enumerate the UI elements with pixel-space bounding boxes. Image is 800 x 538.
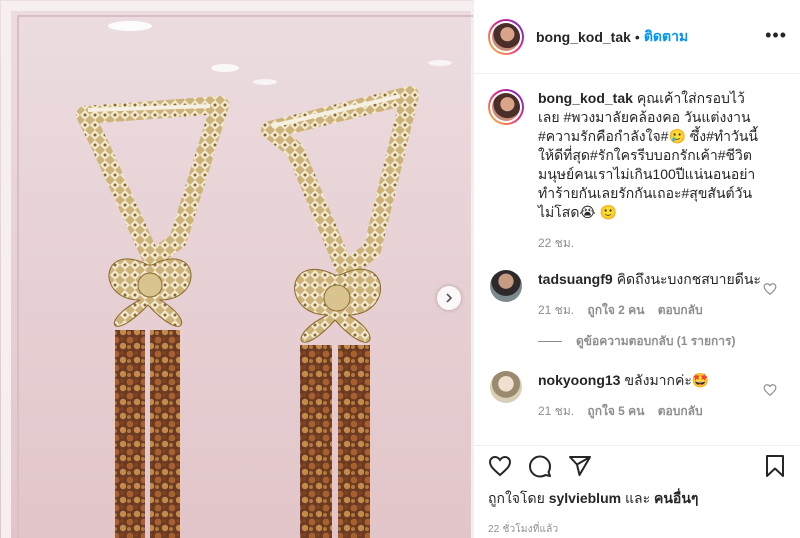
liked-by-prefix: ถูกใจโดย: [488, 490, 545, 506]
comment-time[interactable]: 21 ชม.: [538, 303, 574, 317]
post-sidebar: bong_kod_tak • ติดตาม ••• bong_kod_tak คุ…: [473, 0, 800, 538]
comment-icon[interactable]: [528, 454, 552, 478]
avatar-image: [492, 22, 520, 51]
avatar-image: [492, 93, 520, 121]
caption-body: bong_kod_tak คุณเค้าใส่กรอบไว้เลย #พวงมาล…: [538, 89, 766, 253]
post-image[interactable]: [0, 0, 473, 538]
comment-text: คิดถึงนะบงกชสบายดีนะ: [616, 271, 761, 287]
comment-text: ขลังมากค่ะ🤩: [624, 372, 710, 388]
caption-time[interactable]: 22 ชม.: [538, 236, 574, 250]
more-options-icon[interactable]: •••: [765, 26, 787, 44]
bookmark-icon[interactable]: [763, 454, 787, 478]
comment-likes[interactable]: ถูกใจ 5 คน: [587, 404, 644, 418]
comments-section[interactable]: bong_kod_tak คุณเค้าใส่กรอบไว้เลย #พวงมาล…: [474, 75, 800, 445]
chevron-right-icon: [446, 293, 453, 303]
author-avatar[interactable]: [488, 18, 524, 55]
commenter-avatar[interactable]: [490, 371, 522, 403]
comment-body: nokyoong13 ขลังมากค่ะ🤩 21 ชม. ถูกใจ 5 คน …: [538, 371, 766, 421]
comment-username[interactable]: nokyoong13: [538, 372, 620, 388]
post-actions: ถูกใจโดย sylvieblum และ คนอื่นๆ 22 ชั่วโ…: [474, 445, 800, 538]
garland-photo: [0, 0, 473, 538]
reply-button[interactable]: ตอบกลับ: [658, 404, 703, 418]
next-image-button[interactable]: [437, 286, 461, 310]
action-bar: [488, 446, 787, 486]
reply-button[interactable]: ตอบกลับ: [658, 303, 703, 317]
replies-divider: [538, 341, 562, 342]
liked-by-and: และ: [624, 490, 651, 506]
comment-meta: 21 ชม. ถูกใจ 2 คน ตอบกลับ: [538, 301, 766, 320]
view-replies-button[interactable]: ดูข้อความตอบกลับ (1 รายการ): [538, 332, 787, 351]
share-icon[interactable]: [568, 454, 592, 478]
caption-text: คุณเค้าใส่กรอบไว้เลย #พวงมาลัยคล้องคอ วั…: [538, 90, 758, 220]
caption: bong_kod_tak คุณเค้าใส่กรอบไว้เลย #พวงมาล…: [488, 89, 787, 253]
caption-avatar[interactable]: [488, 89, 524, 125]
view-replies-label[interactable]: ดูข้อความตอบกลับ (1 รายการ): [576, 332, 735, 351]
post-timestamp[interactable]: 22 ชั่วโมงที่แล้ว: [488, 522, 787, 537]
instagram-post: bong_kod_tak • ติดตาม ••• bong_kod_tak คุ…: [0, 0, 800, 538]
caption-username[interactable]: bong_kod_tak: [538, 90, 633, 106]
comment-username[interactable]: tadsuangf9: [538, 271, 613, 287]
follow-button[interactable]: ติดตาม: [644, 26, 688, 48]
comment-item: tadsuangf9 คิดถึงนะบงกชสบายดีนะ 21 ชม. ถู…: [488, 270, 787, 320]
commenter-avatar[interactable]: [490, 270, 522, 302]
post-header: bong_kod_tak • ติดตาม •••: [474, 0, 800, 74]
separator-dot: •: [634, 28, 640, 45]
comment-likes[interactable]: ถูกใจ 2 คน: [587, 303, 644, 317]
heart-icon[interactable]: [763, 383, 777, 397]
liked-by: ถูกใจโดย sylvieblum และ คนอื่นๆ: [488, 488, 787, 510]
comment-meta: 21 ชม. ถูกใจ 5 คน ตอบกลับ: [538, 402, 766, 421]
heart-icon[interactable]: [488, 454, 512, 478]
comment-body: tadsuangf9 คิดถึงนะบงกชสบายดีนะ 21 ชม. ถู…: [538, 270, 766, 320]
author-username[interactable]: bong_kod_tak: [536, 29, 631, 45]
liked-by-others[interactable]: คนอื่นๆ: [654, 490, 698, 506]
comment-time[interactable]: 21 ชม.: [538, 404, 574, 418]
heart-icon[interactable]: [763, 282, 777, 296]
comment-item: nokyoong13 ขลังมากค่ะ🤩 21 ชม. ถูกใจ 5 คน …: [488, 371, 787, 421]
liked-by-user[interactable]: sylvieblum: [549, 490, 621, 506]
caption-meta: 22 ชม.: [538, 234, 766, 253]
